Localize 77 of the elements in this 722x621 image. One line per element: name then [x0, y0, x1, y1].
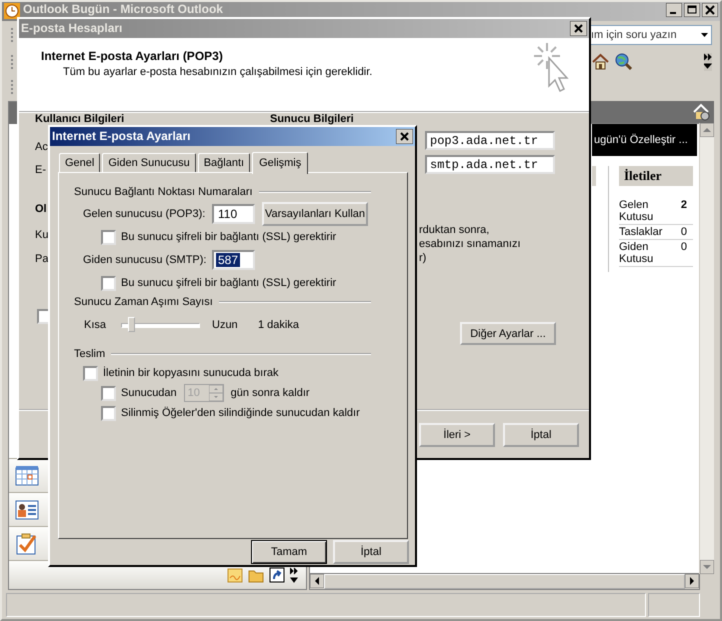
checkbox-label: İletinin bir kopyasını sunucuda bırak — [103, 367, 278, 379]
field-label: Gelen sunucusu (POP3): — [83, 208, 206, 220]
server-field[interactable]: pop3.ada.net.tr — [425, 131, 555, 150]
checkbox-label: Sunucudan — [121, 387, 177, 399]
column-header: İletiler — [619, 166, 693, 186]
dialog-button[interactable]: Tamam — [251, 540, 327, 564]
group-heading: Sunucu Zaman Aşımı Sayısı — [74, 296, 213, 308]
vertical-scrollbar[interactable] — [699, 123, 714, 574]
server-field[interactable]: smtp.ada.net.tr — [425, 155, 555, 174]
field-label: E- — [35, 164, 46, 176]
note-icon[interactable] — [227, 567, 243, 583]
dialog-heading: Internet E-posta Ayarları (POP3) — [41, 49, 224, 63]
cursor-sparkle-icon[interactable] — [533, 42, 569, 92]
field-label: Ol — [35, 203, 47, 215]
section-heading: Kullanıcı Bilgileri — [35, 113, 126, 125]
dialog-title: E-posta Hesapları — [21, 22, 122, 35]
checkbox[interactable] — [101, 276, 116, 290]
group-heading: Sunucu Bağlantı Noktası Numaraları — [74, 186, 253, 198]
note-text: r) — [419, 251, 428, 265]
tab[interactable]: Gelişmiş — [252, 152, 308, 174]
port-field[interactable]: 110 — [212, 204, 255, 224]
port-field[interactable]: 587 — [212, 250, 255, 270]
left-arrow-icon[interactable] — [310, 574, 324, 588]
field-label: Pa — [35, 253, 48, 265]
field-label: Ku — [35, 229, 48, 241]
tab[interactable]: Genel — [59, 153, 100, 172]
right-arrow-icon[interactable] — [685, 574, 699, 588]
tab[interactable]: Bağlantı — [198, 153, 250, 172]
window-title: Outlook Bugün - Microsoft Outlook — [23, 3, 223, 16]
tab[interactable]: Giden Sunucusu — [102, 153, 196, 172]
folder-link[interactable]: Giden Kutusu — [619, 241, 669, 265]
gripper-icon[interactable] — [10, 26, 14, 44]
calendar-icon[interactable] — [15, 464, 39, 486]
message-count: 0 — [680, 226, 688, 238]
checkbox-label: Bu sunucu şifreli bir bağlantı (SSL) gerektirir — [121, 277, 336, 289]
message-count: 0 — [680, 241, 688, 255]
slider-label: Kısa — [84, 319, 108, 331]
dialog-button[interactable]: İleri > — [419, 422, 495, 446]
home-icon[interactable] — [592, 53, 609, 70]
dialog-title: Internet E-posta Ayarları — [52, 130, 190, 143]
search-icon[interactable] — [615, 53, 632, 70]
gripper-icon[interactable] — [10, 52, 14, 70]
dialog-description: Tüm bu ayarlar e-posta hesabınızın çalışabilmesi için gereklidir. — [63, 66, 372, 78]
dialog-button[interactable]: İptal — [503, 422, 579, 446]
dialog-button[interactable]: İptal — [333, 540, 409, 564]
tasks-icon[interactable] — [15, 532, 39, 554]
slider-thumb[interactable] — [128, 316, 135, 332]
timeout-value: 1 dakika — [258, 319, 299, 331]
folder-link[interactable]: Taslaklar — [619, 226, 669, 238]
folder-link[interactable]: Gelen Kutusu — [619, 199, 669, 223]
chevron-icon[interactable] — [290, 567, 298, 583]
checkbox[interactable] — [101, 386, 116, 400]
home-gear-icon[interactable] — [692, 103, 710, 121]
section-heading: Sunucu Bilgileri — [270, 113, 355, 125]
checkbox-label: gün sonra kaldır — [230, 387, 310, 399]
gripper-icon[interactable] — [10, 78, 14, 96]
field-label: Ac — [35, 141, 48, 153]
message-count: 2 — [680, 199, 688, 213]
more-settings-button[interactable]: Diğer Ayarlar ... — [460, 322, 556, 345]
field-label: Giden sunucusu (SMTP): — [83, 254, 208, 266]
checkbox-label: Silinmiş Öğeler'den silindiğinde sunucudan kaldır — [121, 407, 360, 419]
close-icon[interactable] — [396, 129, 413, 144]
help-search-field[interactable]: ım için soru yazın — [588, 24, 712, 44]
checkbox-label: Bu sunucu şifreli bir bağlantı (SSL) gerektirir — [121, 231, 336, 243]
checkbox[interactable] — [101, 230, 116, 244]
defaults-button[interactable]: Varsayılanları Kullan — [262, 202, 368, 226]
shortcut-icon[interactable] — [269, 567, 285, 583]
chevron-icon[interactable] — [704, 52, 712, 70]
checkbox[interactable] — [101, 406, 116, 420]
up-arrow-icon[interactable] — [700, 123, 714, 137]
checkbox[interactable] — [83, 366, 98, 380]
dropdown-icon[interactable] — [701, 32, 708, 36]
slider-label: Uzun — [212, 319, 239, 331]
group-heading: Teslim — [74, 348, 106, 360]
note-text: esabınızı sınamanızı — [419, 237, 522, 251]
note-text: rduktan sonra, — [419, 223, 490, 237]
contacts-icon[interactable] — [15, 498, 39, 520]
